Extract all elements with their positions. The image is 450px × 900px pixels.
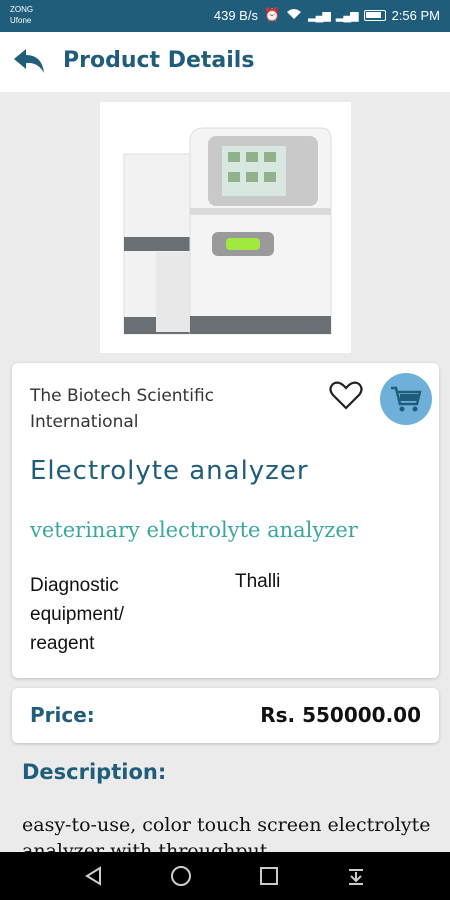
network-speed: 439 B/s <box>213 7 258 23</box>
price-value: Rs. 550000.00 <box>260 703 421 727</box>
product-name: Electrolyte analyzer <box>30 456 309 486</box>
status-indicators: 439 B/s ⏰ ▂▄▆ ▂▄▆ 2:56 PM <box>214 7 440 23</box>
status-bar: ZONG Ufone 439 B/s ⏰ ▂▄▆ ▂▄▆ 2:56 PM <box>0 0 450 32</box>
app-bar: Product Details <box>0 32 450 92</box>
back-arrow-icon <box>14 49 44 73</box>
signal-icon-2: ▂▄▆ <box>335 9 359 22</box>
carrier-2: Ufone <box>10 16 32 25</box>
circle-home-icon <box>171 866 192 886</box>
clock: 2:56 PM <box>391 7 440 23</box>
page-title: Product Details <box>63 48 255 73</box>
add-to-cart-button[interactable] <box>380 373 432 425</box>
product-image <box>100 102 351 353</box>
triangle-back-icon <box>84 866 101 886</box>
seller-name: The Biotech Scientific International <box>30 386 214 432</box>
wifi-icon <box>286 8 302 23</box>
nav-home-button[interactable] <box>166 861 196 891</box>
product-category: Diagnostic equipment/ reagent <box>30 575 125 654</box>
system-nav-bar <box>0 852 450 900</box>
product-city: Thalli <box>235 571 281 592</box>
battery-icon <box>363 9 386 21</box>
cart-icon <box>391 386 422 412</box>
heart-outline-icon <box>329 381 363 410</box>
back-button[interactable] <box>12 45 46 79</box>
price-card: Price: Rs. 550000.00 <box>12 688 439 743</box>
carrier-info: ZONG Ufone <box>10 4 33 26</box>
square-recents-icon <box>259 867 278 885</box>
signal-icon: ▂▄▆ <box>308 9 331 22</box>
nav-recents-button[interactable] <box>254 861 284 891</box>
nav-back-button[interactable] <box>79 861 109 891</box>
carrier-1: ZONG <box>10 5 34 14</box>
product-subtitle: veterinary electrolyte analyzer <box>30 518 358 542</box>
alarm-icon: ⏰ <box>263 7 281 22</box>
price-label: Price: <box>30 703 95 727</box>
product-info-card: The Biotech Scientific International Ele… <box>12 363 439 678</box>
nav-notification-button[interactable] <box>341 861 371 891</box>
pull-down-icon <box>349 869 364 885</box>
favorite-button[interactable] <box>329 381 363 411</box>
description-title: Description: <box>22 760 167 784</box>
